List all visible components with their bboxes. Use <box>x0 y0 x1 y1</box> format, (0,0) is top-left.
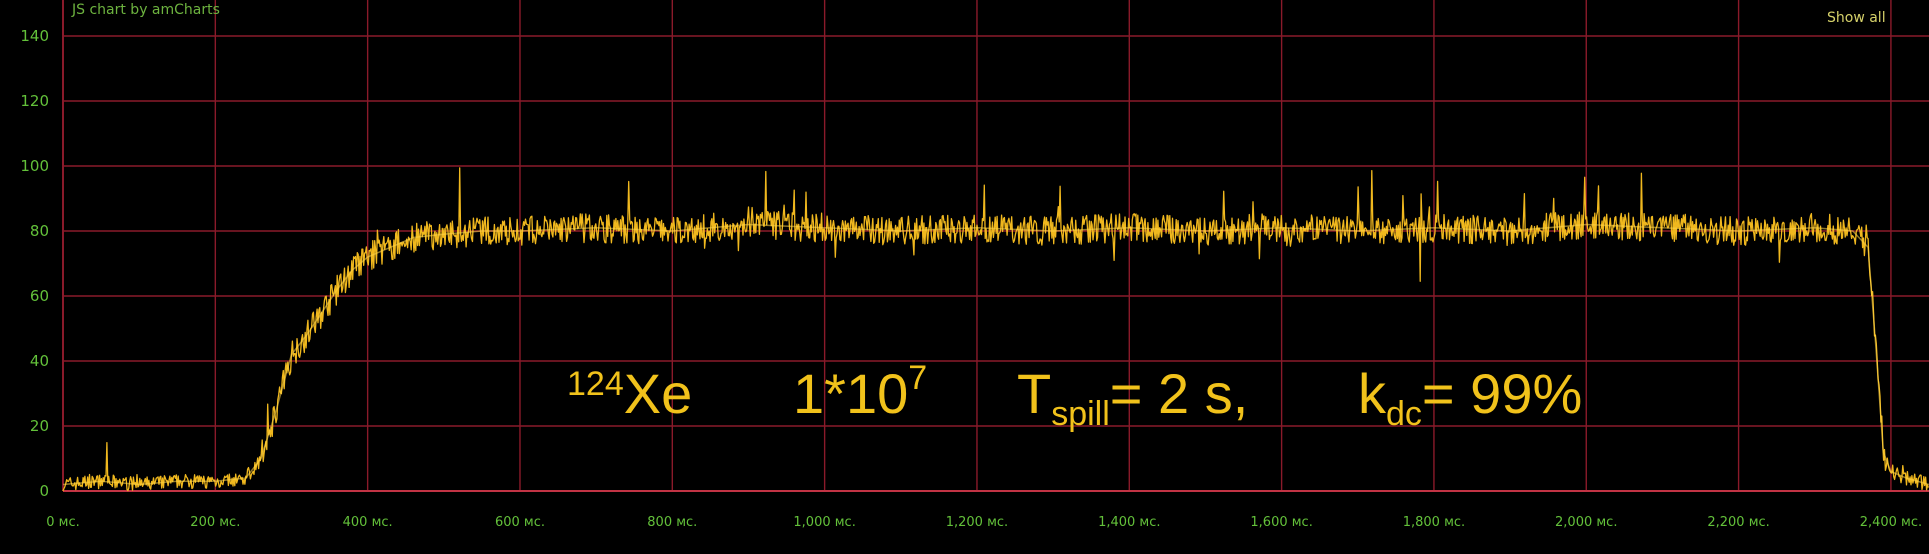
svg-text:kdc= 99%: kdc= 99% <box>1358 362 1582 433</box>
x-tick-label: 2,000 мс. <box>1555 515 1617 530</box>
tspill-main: T <box>1017 362 1051 425</box>
x-tick-label: 2,200 мс. <box>1707 515 1769 530</box>
intensity-base: 1*10 <box>793 362 908 425</box>
y-tick-label: 60 <box>30 287 49 305</box>
x-tick-label: 200 мс. <box>190 515 240 530</box>
x-tick-label: 1,800 мс. <box>1403 515 1465 530</box>
y-axis-ticks: 0 20 40 60 80 100 120 140 <box>20 27 49 500</box>
x-tick-label: 1,200 мс. <box>946 515 1008 530</box>
kdc-main: k <box>1358 362 1387 425</box>
intensity-exponent: 7 <box>908 359 927 397</box>
y-tick-label: 20 <box>30 417 49 435</box>
grid-lines <box>62 0 1929 492</box>
isotope-mass: 124 <box>567 365 624 403</box>
x-tick-label: 2,400 мс. <box>1860 515 1922 530</box>
y-tick-label: 0 <box>39 482 49 500</box>
show-all-button[interactable]: Show all <box>1827 10 1886 26</box>
kdc-value: = 99% <box>1422 362 1582 425</box>
svg-text:124Xe: 124Xe <box>567 362 692 425</box>
spill-chart: 0 20 40 60 80 100 120 140 0 мс. 200 мс. 400 мс. 60… <box>20 0 1929 530</box>
x-tick-label: 1,400 мс. <box>1098 515 1160 530</box>
y-tick-label: 100 <box>20 157 49 175</box>
x-tick-label: 400 мс. <box>343 515 393 530</box>
x-tick-label: 800 мс. <box>647 515 697 530</box>
series-trend-line <box>62 223 1929 486</box>
x-tick-label: 1,000 мс. <box>793 515 855 530</box>
x-tick-label: 1,600 мс. <box>1250 515 1312 530</box>
series-line <box>62 167 1929 492</box>
series-layer <box>62 167 1929 492</box>
chart-credit: JS chart by amCharts <box>72 2 220 18</box>
tspill-value: = 2 s, <box>1110 362 1249 425</box>
annotation: 124Xe 1*107 Tspill= 2 s, kdc= 99% <box>567 359 1582 433</box>
isotope-symbol: Xe <box>624 362 693 425</box>
svg-text:1*107: 1*107 <box>793 359 927 425</box>
kdc-subscript: dc <box>1386 395 1422 433</box>
y-tick-label: 120 <box>20 92 49 110</box>
y-tick-label: 140 <box>20 27 49 45</box>
y-tick-label: 40 <box>30 352 49 370</box>
x-axis-ticks: 0 мс. 200 мс. 400 мс. 600 мс. 800 мс. 1,000 м… <box>46 515 1922 530</box>
x-tick-label: 600 мс. <box>495 515 545 530</box>
svg-text:Tspill= 2 s,: Tspill= 2 s, <box>1017 362 1248 433</box>
tspill-subscript: spill <box>1051 395 1110 433</box>
x-tick-label: 0 мс. <box>46 515 80 530</box>
y-tick-label: 80 <box>30 222 49 240</box>
